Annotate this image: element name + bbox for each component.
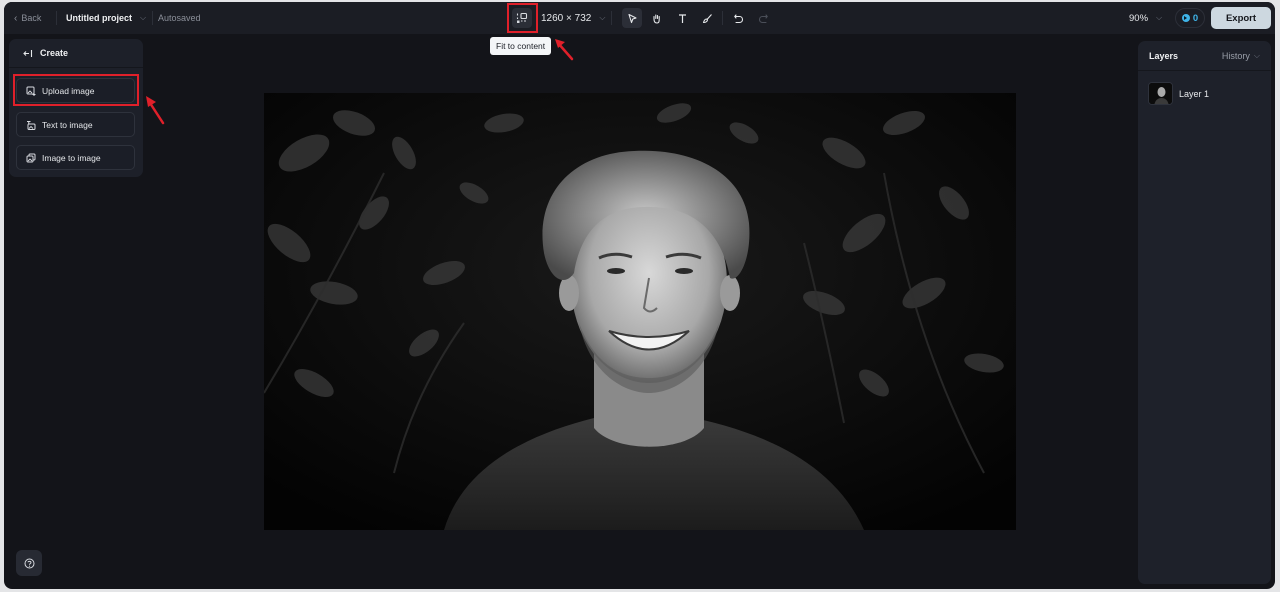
annotation-highlight <box>507 3 538 33</box>
layers-panel: Layers History ⌵ Layer 1 <box>1138 41 1271 584</box>
divider <box>611 11 612 25</box>
divider <box>722 11 723 25</box>
text-tool[interactable] <box>672 8 692 28</box>
canvas-size-dropdown[interactable]: 1260 × 732 ⌵ <box>541 2 605 34</box>
create-panel-header[interactable]: Create <box>9 39 143 68</box>
undo-icon <box>733 13 743 23</box>
create-panel: Create Upload image Text to image Image … <box>9 39 143 177</box>
chevron-down-icon: ⌵ <box>1253 50 1260 60</box>
image-to-image-button[interactable]: Image to image <box>16 145 135 170</box>
create-panel-title: Create <box>40 48 69 58</box>
cursor-icon <box>627 13 637 23</box>
image-to-image-icon <box>26 153 36 162</box>
hand-icon <box>652 13 660 24</box>
select-tool[interactable] <box>622 8 642 28</box>
layers-tab[interactable]: Layers <box>1149 51 1178 61</box>
chevron-down-icon: ⌵ <box>599 13 606 22</box>
annotation-highlight <box>13 74 139 106</box>
layer-name: Layer 1 <box>1179 88 1210 99</box>
portrait-photo <box>264 93 1016 530</box>
chevron-down-icon: ⌵ <box>1156 13 1163 22</box>
text-to-image-button[interactable]: Text to image <box>16 112 135 137</box>
chevron-left-icon: ‹ <box>14 12 18 24</box>
text-to-image-label: Text to image <box>42 119 93 130</box>
credits-icon <box>1181 14 1190 22</box>
history-dropdown[interactable]: History ⌵ <box>1222 51 1260 61</box>
collapse-panel-icon <box>23 49 33 57</box>
image-to-image-label: Image to image <box>42 152 101 163</box>
layers-panel-header: Layers History ⌵ <box>1138 41 1271 71</box>
undo-button[interactable] <box>728 8 748 28</box>
zoom-level: 90% <box>1129 12 1149 24</box>
canvas-image[interactable] <box>264 93 1016 530</box>
redo-icon <box>758 13 768 23</box>
canvas-size: 1260 × 732 <box>541 12 592 24</box>
annotation-arrow <box>146 96 165 125</box>
divider <box>152 11 153 25</box>
back-label: Back <box>21 13 42 23</box>
zoom-dropdown[interactable]: 90% ⌵ <box>1129 2 1162 34</box>
help-button[interactable] <box>16 550 42 576</box>
save-status: Autosaved <box>158 13 201 23</box>
annotation-arrow <box>555 39 574 61</box>
brush-tool[interactable] <box>697 8 717 28</box>
layer-item[interactable]: Layer 1 <box>1148 82 1209 105</box>
hand-tool[interactable] <box>646 8 666 28</box>
top-toolbar: ‹ Back Untitled project ⌵ Autosaved 1260… <box>4 2 1275 34</box>
editor-window: ‹ Back Untitled project ⌵ Autosaved 1260… <box>4 2 1275 589</box>
text-icon <box>678 13 686 23</box>
redo-button[interactable] <box>753 8 773 28</box>
fit-to-content-tooltip: Fit to content <box>490 37 552 55</box>
text-to-image-icon <box>27 120 36 130</box>
divider <box>56 11 57 25</box>
brush-icon <box>702 13 712 23</box>
history-label: History <box>1221 50 1250 61</box>
credits-badge[interactable]: 0 <box>1175 8 1205 28</box>
project-name: Untitled project <box>66 13 133 23</box>
credits-count: 0 <box>1192 12 1199 24</box>
help-icon <box>24 558 34 568</box>
back-button[interactable]: ‹ Back <box>14 2 41 34</box>
project-name-dropdown[interactable]: Untitled project ⌵ <box>66 2 146 34</box>
export-button[interactable]: Export <box>1211 7 1271 29</box>
layer-thumbnail <box>1148 82 1173 105</box>
chevron-down-icon: ⌵ <box>140 13 147 22</box>
